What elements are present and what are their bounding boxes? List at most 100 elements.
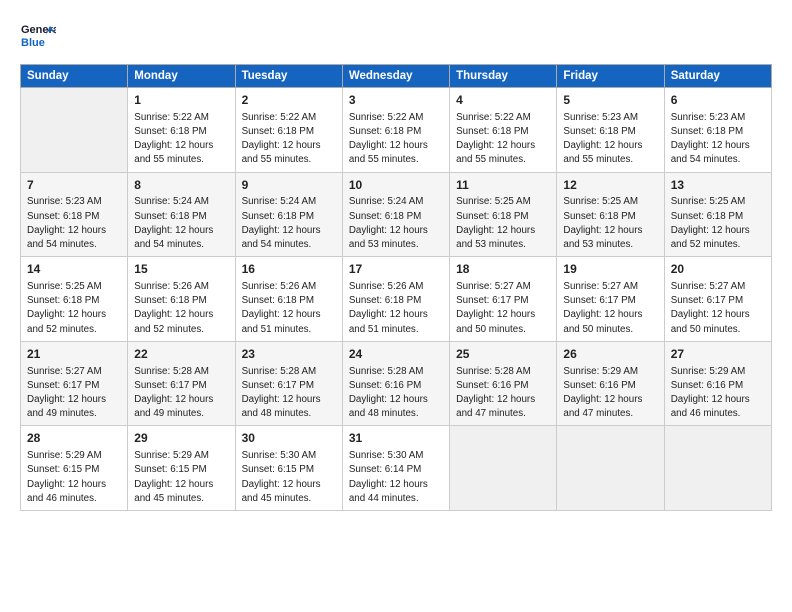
header-cell-saturday: Saturday — [664, 65, 771, 88]
header-cell-wednesday: Wednesday — [342, 65, 449, 88]
day-number: 16 — [242, 261, 336, 278]
header-cell-tuesday: Tuesday — [235, 65, 342, 88]
day-info: Sunrise: 5:23 AM Sunset: 6:18 PM Dayligh… — [671, 111, 765, 168]
calendar-cell: 18Sunrise: 5:27 AM Sunset: 6:17 PM Dayli… — [450, 257, 557, 342]
calendar-cell: 29 Sunrise: 5:29 AM Sunset: 6:15 PM Dayli… — [128, 426, 235, 511]
calendar-cell: 14 Sunrise: 5:25 AM Sunset: 6:18 PM Dayli… — [21, 257, 128, 342]
day-number: 4 — [456, 92, 550, 109]
calendar-cell: 9Sunrise: 5:24 AM Sunset: 6:18 PM Daylig… — [235, 172, 342, 257]
day-number: 19 — [563, 261, 657, 278]
calendar-cell — [450, 426, 557, 511]
page: General Blue SundayMondayTuesdayWednesda… — [0, 0, 792, 612]
calendar-cell: 20 Sunrise: 5:27 AM Sunset: 6:17 PM Dayli… — [664, 257, 771, 342]
day-number: 11 — [456, 177, 550, 194]
calendar-header: SundayMondayTuesdayWednesdayThursdayFrid… — [21, 65, 772, 88]
day-info: Sunrise: 5:24 AM Sunset: 6:18 PM Dayligh… — [242, 195, 336, 252]
calendar-cell: 3 Sunrise: 5:22 AM Sunset: 6:18 PM Daylig… — [342, 88, 449, 173]
week-row-1: 1 Sunrise: 5:22 AM Sunset: 6:18 PM Daylig… — [21, 88, 772, 173]
header-row: SundayMondayTuesdayWednesdayThursdayFrid… — [21, 65, 772, 88]
calendar-cell: 30 Sunrise: 5:30 AM Sunset: 6:15 PM Dayli… — [235, 426, 342, 511]
logo: General Blue — [20, 18, 56, 54]
day-number: 15 — [134, 261, 228, 278]
week-row-3: 14 Sunrise: 5:25 AM Sunset: 6:18 PM Dayli… — [21, 257, 772, 342]
day-info: Sunrise: 5:25 AM Sunset: 6:18 PM Dayligh… — [563, 195, 657, 252]
calendar-cell: 12Sunrise: 5:25 AM Sunset: 6:18 PM Dayli… — [557, 172, 664, 257]
header-cell-friday: Friday — [557, 65, 664, 88]
calendar-body: 1 Sunrise: 5:22 AM Sunset: 6:18 PM Daylig… — [21, 88, 772, 511]
calendar-cell: 27 Sunrise: 5:29 AM Sunset: 6:16 PM Dayli… — [664, 341, 771, 426]
calendar-cell: 22 Sunrise: 5:28 AM Sunset: 6:17 PM Dayli… — [128, 341, 235, 426]
calendar-cell: 23Sunrise: 5:28 AM Sunset: 6:17 PM Dayli… — [235, 341, 342, 426]
day-info: Sunrise: 5:30 AM Sunset: 6:15 PM Dayligh… — [242, 449, 336, 506]
day-number: 6 — [671, 92, 765, 109]
day-number: 29 — [134, 430, 228, 447]
calendar-cell: 8Sunrise: 5:24 AM Sunset: 6:18 PM Daylig… — [128, 172, 235, 257]
day-number: 10 — [349, 177, 443, 194]
header-cell-monday: Monday — [128, 65, 235, 88]
day-info: Sunrise: 5:24 AM Sunset: 6:18 PM Dayligh… — [349, 195, 443, 252]
calendar-cell: 28Sunrise: 5:29 AM Sunset: 6:15 PM Dayli… — [21, 426, 128, 511]
day-info: Sunrise: 5:25 AM Sunset: 6:18 PM Dayligh… — [27, 280, 121, 337]
calendar-cell: 7Sunrise: 5:23 AM Sunset: 6:18 PM Daylig… — [21, 172, 128, 257]
day-number: 30 — [242, 430, 336, 447]
day-number: 17 — [349, 261, 443, 278]
calendar-cell: 21Sunrise: 5:27 AM Sunset: 6:17 PM Dayli… — [21, 341, 128, 426]
day-info: Sunrise: 5:22 AM Sunset: 6:18 PM Dayligh… — [456, 111, 550, 168]
day-number: 20 — [671, 261, 765, 278]
day-info: Sunrise: 5:24 AM Sunset: 6:18 PM Dayligh… — [134, 195, 228, 252]
day-info: Sunrise: 5:25 AM Sunset: 6:18 PM Dayligh… — [671, 195, 765, 252]
day-info: Sunrise: 5:26 AM Sunset: 6:18 PM Dayligh… — [349, 280, 443, 337]
day-number: 24 — [349, 346, 443, 363]
calendar-cell: 25 Sunrise: 5:28 AM Sunset: 6:16 PM Dayli… — [450, 341, 557, 426]
day-number: 26 — [563, 346, 657, 363]
day-info: Sunrise: 5:28 AM Sunset: 6:17 PM Dayligh… — [134, 365, 228, 422]
logo-svg: General Blue — [20, 18, 56, 54]
calendar-cell — [21, 88, 128, 173]
day-number: 22 — [134, 346, 228, 363]
calendar-table: SundayMondayTuesdayWednesdayThursdayFrid… — [20, 64, 772, 511]
calendar-cell — [557, 426, 664, 511]
day-info: Sunrise: 5:26 AM Sunset: 6:18 PM Dayligh… — [242, 280, 336, 337]
day-info: Sunrise: 5:28 AM Sunset: 6:16 PM Dayligh… — [349, 365, 443, 422]
calendar-cell — [664, 426, 771, 511]
day-number: 14 — [27, 261, 121, 278]
day-number: 9 — [242, 177, 336, 194]
calendar-cell: 31Sunrise: 5:30 AM Sunset: 6:14 PM Dayli… — [342, 426, 449, 511]
day-info: Sunrise: 5:25 AM Sunset: 6:18 PM Dayligh… — [456, 195, 550, 252]
calendar-cell: 5Sunrise: 5:23 AM Sunset: 6:18 PM Daylig… — [557, 88, 664, 173]
calendar-cell: 24 Sunrise: 5:28 AM Sunset: 6:16 PM Dayli… — [342, 341, 449, 426]
header: General Blue — [20, 18, 772, 54]
day-number: 25 — [456, 346, 550, 363]
day-info: Sunrise: 5:29 AM Sunset: 6:15 PM Dayligh… — [134, 449, 228, 506]
day-info: Sunrise: 5:22 AM Sunset: 6:18 PM Dayligh… — [242, 111, 336, 168]
day-info: Sunrise: 5:28 AM Sunset: 6:16 PM Dayligh… — [456, 365, 550, 422]
day-info: Sunrise: 5:22 AM Sunset: 6:18 PM Dayligh… — [349, 111, 443, 168]
svg-text:Blue: Blue — [21, 37, 45, 49]
day-number: 12 — [563, 177, 657, 194]
calendar-cell: 2 Sunrise: 5:22 AM Sunset: 6:18 PM Daylig… — [235, 88, 342, 173]
day-number: 1 — [134, 92, 228, 109]
calendar-cell: 17 Sunrise: 5:26 AM Sunset: 6:18 PM Dayli… — [342, 257, 449, 342]
calendar-cell: 1Sunrise: 5:22 AM Sunset: 6:18 PM Daylig… — [128, 88, 235, 173]
day-info: Sunrise: 5:29 AM Sunset: 6:15 PM Dayligh… — [27, 449, 121, 506]
day-number: 2 — [242, 92, 336, 109]
day-info: Sunrise: 5:23 AM Sunset: 6:18 PM Dayligh… — [27, 195, 121, 252]
day-info: Sunrise: 5:29 AM Sunset: 6:16 PM Dayligh… — [671, 365, 765, 422]
day-number: 3 — [349, 92, 443, 109]
calendar-cell: 15 Sunrise: 5:26 AM Sunset: 6:18 PM Dayli… — [128, 257, 235, 342]
week-row-4: 21Sunrise: 5:27 AM Sunset: 6:17 PM Dayli… — [21, 341, 772, 426]
day-info: Sunrise: 5:26 AM Sunset: 6:18 PM Dayligh… — [134, 280, 228, 337]
calendar-cell: 4 Sunrise: 5:22 AM Sunset: 6:18 PM Daylig… — [450, 88, 557, 173]
day-number: 23 — [242, 346, 336, 363]
day-number: 5 — [563, 92, 657, 109]
calendar-cell: 26 Sunrise: 5:29 AM Sunset: 6:16 PM Dayli… — [557, 341, 664, 426]
calendar-cell: 16 Sunrise: 5:26 AM Sunset: 6:18 PM Dayli… — [235, 257, 342, 342]
day-number: 13 — [671, 177, 765, 194]
day-info: Sunrise: 5:29 AM Sunset: 6:16 PM Dayligh… — [563, 365, 657, 422]
day-number: 7 — [27, 177, 121, 194]
day-info: Sunrise: 5:27 AM Sunset: 6:17 PM Dayligh… — [671, 280, 765, 337]
day-info: Sunrise: 5:27 AM Sunset: 6:17 PM Dayligh… — [456, 280, 550, 337]
calendar-cell: 11Sunrise: 5:25 AM Sunset: 6:18 PM Dayli… — [450, 172, 557, 257]
day-number: 21 — [27, 346, 121, 363]
day-number: 27 — [671, 346, 765, 363]
